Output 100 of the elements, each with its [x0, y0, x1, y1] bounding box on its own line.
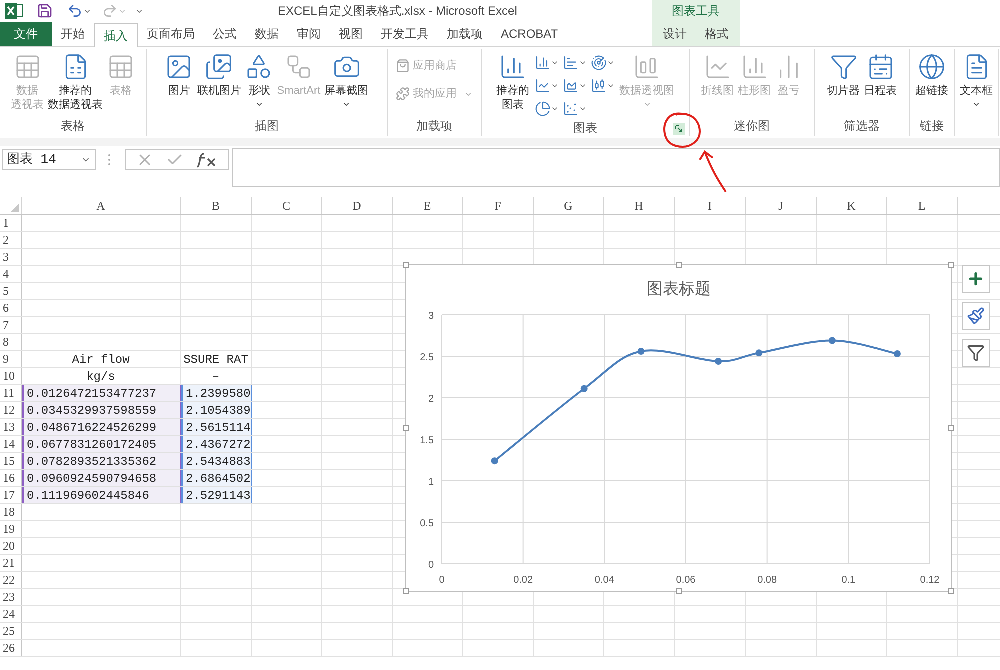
column-header[interactable]: B: [181, 197, 252, 214]
ribbon-button[interactable]: 图片: [164, 49, 194, 116]
row-header[interactable]: 26: [0, 640, 22, 656]
name-box[interactable]: 图表 14: [2, 149, 96, 170]
row-header[interactable]: 18: [0, 504, 22, 520]
ribbon-button[interactable]: 屏幕截图: [324, 49, 370, 116]
row-header[interactable]: 5: [0, 283, 22, 299]
cell-text: 0.0782893521335362: [26, 454, 158, 471]
cell-text: kg/s: [86, 369, 116, 386]
column-header[interactable]: I: [675, 197, 746, 214]
chart-type-button[interactable]: [590, 53, 614, 73]
row-header[interactable]: 19: [0, 521, 22, 537]
line-chart-icon: [534, 78, 550, 94]
y-tick-label: 1: [428, 477, 434, 488]
ribbon-tab[interactable]: 页面布局: [138, 22, 204, 46]
column-header[interactable]: A: [22, 197, 181, 214]
ribbon-button[interactable]: 日程表: [863, 49, 898, 116]
column-header[interactable]: F: [463, 197, 534, 214]
y-tick-label: 1.5: [420, 436, 434, 446]
ribbon-tab[interactable]: 文件: [0, 22, 52, 46]
row-header[interactable]: 10: [0, 368, 22, 384]
undo-icon[interactable]: [67, 3, 83, 19]
resize-handle[interactable]: [676, 262, 682, 268]
pie-chart-icon: [534, 101, 550, 117]
row-header[interactable]: 8: [0, 334, 22, 350]
ribbon-tab[interactable]: 视图: [330, 22, 372, 46]
cell-text: –: [211, 369, 221, 386]
caret-icon: [606, 82, 614, 90]
ribbon-tab[interactable]: 数据: [246, 22, 288, 46]
row-header[interactable]: 3: [0, 249, 22, 265]
caret-icon: [550, 59, 558, 67]
ribbon-button[interactable]: 形状: [244, 49, 274, 116]
ribbon-button[interactable]: 推荐的 数据透视表: [47, 49, 104, 116]
row-header[interactable]: 22: [0, 572, 22, 588]
row-header[interactable]: 23: [0, 589, 22, 605]
row-header[interactable]: 20: [0, 538, 22, 554]
ribbon-tab[interactable]: 加载项: [438, 22, 492, 46]
column-header[interactable]: J: [746, 197, 817, 214]
dialog-launcher-button[interactable]: [673, 123, 685, 135]
cell-text: 0.0486716224526299: [26, 420, 158, 437]
row-header[interactable]: 21: [0, 555, 22, 571]
row-header[interactable]: 4: [0, 266, 22, 282]
column-header[interactable]: H: [604, 197, 675, 214]
chart-type-button[interactable]: [534, 99, 558, 119]
chart-filters-button[interactable]: [962, 339, 990, 367]
group-label: 迷你图: [734, 118, 770, 135]
resize-handle[interactable]: [403, 588, 409, 594]
filter-icon: [967, 344, 985, 362]
ribbon-tab[interactable]: 公式: [204, 22, 246, 46]
resize-handle[interactable]: [948, 588, 954, 594]
ribbon-tab[interactable]: 设计: [654, 22, 696, 46]
cell-text: 2.5291143: [185, 488, 251, 505]
row-header[interactable]: 24: [0, 606, 22, 622]
resize-handle[interactable]: [403, 262, 409, 268]
save-icon[interactable]: [37, 3, 53, 19]
cell-text: 1.2399580: [185, 386, 251, 403]
column-header[interactable]: D: [322, 197, 393, 214]
ribbon-button[interactable]: 推荐的 图表: [496, 49, 530, 119]
calendar-icon: [866, 53, 894, 81]
row-header[interactable]: 6: [0, 300, 22, 316]
formula-input[interactable]: [232, 148, 1000, 187]
ribbon-tab[interactable]: 开始: [52, 22, 94, 46]
ribbon-button[interactable]: 切片器: [826, 49, 861, 116]
chart-elements-button[interactable]: [962, 265, 990, 293]
cell-text: 2.5615114: [185, 420, 251, 437]
caret-icon: [578, 59, 586, 67]
ribbon-tab[interactable]: 开发工具: [372, 22, 438, 46]
resize-handle[interactable]: [948, 262, 954, 268]
resize-handle[interactable]: [948, 425, 954, 431]
ribbon-tab[interactable]: 格式: [696, 22, 738, 46]
resize-handle[interactable]: [676, 588, 682, 594]
ribbon-tab[interactable]: 插入: [94, 23, 138, 47]
row-header[interactable]: 1: [0, 215, 22, 231]
row-header[interactable]: 2: [0, 232, 22, 248]
column-header[interactable]: E: [393, 197, 463, 214]
column-header[interactable]: K: [817, 197, 887, 214]
y-tick-label: 3: [428, 311, 434, 322]
resize-handle[interactable]: [403, 425, 409, 431]
app-logo-icon: [5, 3, 23, 19]
cell-text: 2.6864502: [185, 471, 251, 488]
chart-area[interactable]: 图表标题 0 0.5 1 1.5 2 2.5 3 0 0.02 0.04 0.06 0.08 0.1 0.12: [405, 264, 952, 592]
row-header[interactable]: 9: [0, 351, 22, 367]
row-header[interactable]: 25: [0, 623, 22, 639]
group-label: 链接: [920, 118, 944, 135]
group-label: 插图: [255, 118, 279, 135]
x-tick-label: 0.08: [758, 575, 778, 586]
column-chart-icon: [633, 53, 661, 81]
function-icon[interactable]: [196, 152, 218, 168]
caret-icon: [578, 105, 586, 113]
x-tick-label: 0.02: [514, 575, 534, 586]
ribbon-tab[interactable]: 审阅: [288, 22, 330, 46]
ribbon-tab[interactable]: ACROBAT: [492, 22, 568, 46]
row-header[interactable]: 7: [0, 317, 22, 333]
column-header[interactable]: L: [887, 197, 958, 214]
chart-styles-button[interactable]: [962, 302, 990, 330]
column-header[interactable]: G: [534, 197, 604, 214]
ribbon-button[interactable]: 联机图片: [196, 49, 242, 116]
column-header[interactable]: C: [252, 197, 322, 214]
ribbon-button[interactable]: 文本框: [959, 49, 994, 116]
ribbon-button[interactable]: 超链接: [914, 49, 950, 116]
